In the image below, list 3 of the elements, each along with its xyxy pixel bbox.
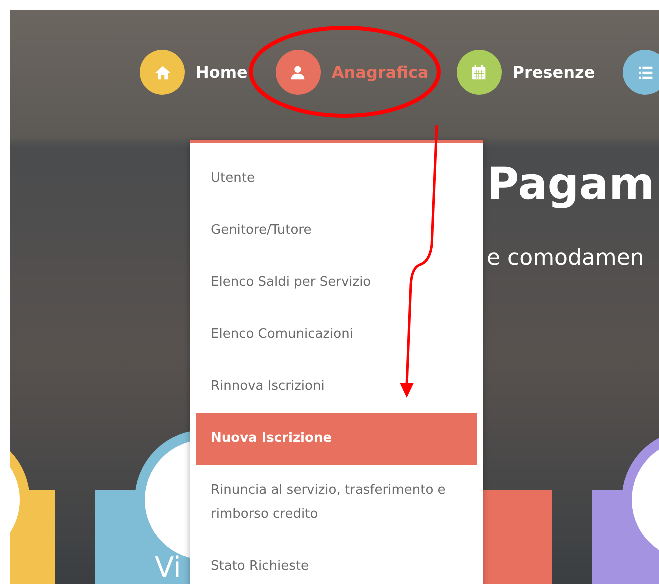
card-title: Vi bbox=[155, 552, 182, 584]
hero-subtitle: e comodamen bbox=[487, 245, 646, 273]
hero-title: Pagam bbox=[487, 158, 656, 212]
